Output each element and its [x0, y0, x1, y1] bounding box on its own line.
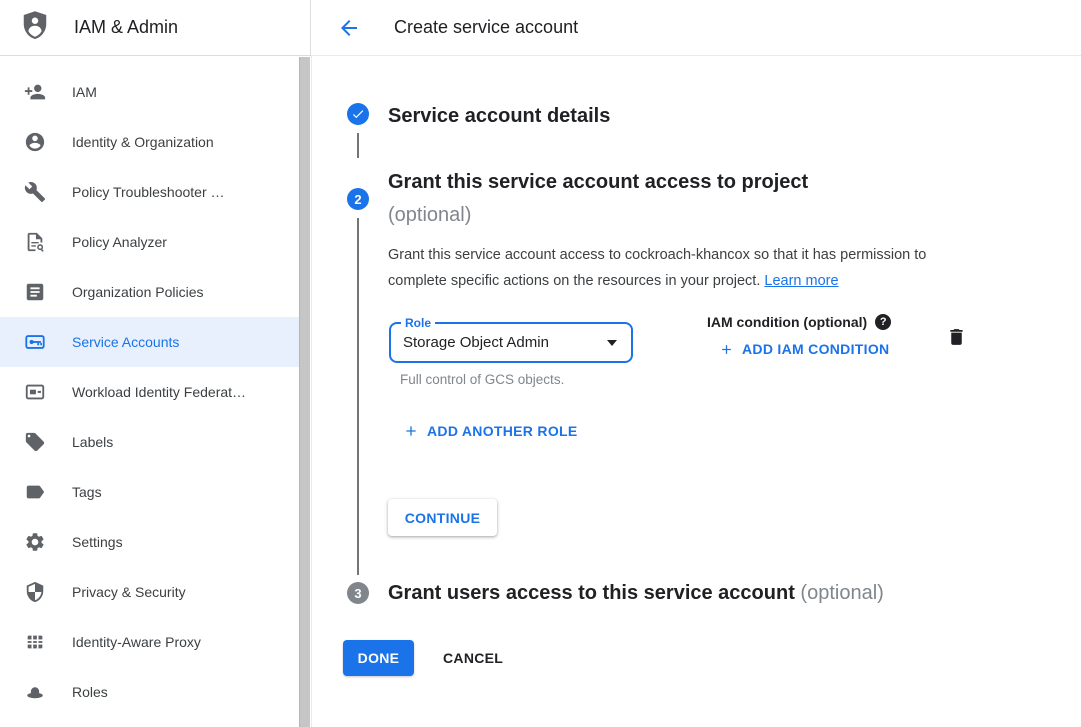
sidebar-item-settings[interactable]: Settings — [0, 517, 299, 567]
sidebar-item-label: Identity & Organization — [72, 134, 214, 150]
account-circle-icon — [24, 131, 46, 153]
step1-title: Service account details — [388, 100, 610, 133]
sidebar-item-label: Policy Troubleshooter … — [72, 184, 225, 200]
role-helper-text: Full control of GCS objects. — [400, 372, 564, 387]
sidebar-item-service-accounts[interactable]: Service Accounts — [0, 317, 299, 367]
header-product-section: IAM & Admin — [0, 0, 311, 56]
step-connector — [357, 133, 359, 158]
person-add-icon — [24, 81, 46, 103]
top-header: IAM & Admin Create service account — [0, 0, 1081, 56]
sidebar-item-label: Organization Policies — [72, 284, 204, 300]
done-button[interactable]: DONE — [343, 640, 414, 676]
hat-icon — [24, 681, 46, 703]
sidebar-item-label: IAM — [72, 84, 97, 100]
cancel-button[interactable]: CANCEL — [427, 640, 519, 676]
sidebar-item-roles[interactable]: Roles — [0, 667, 299, 717]
sidebar-item-privacy-security[interactable]: Privacy & Security — [0, 567, 299, 617]
back-arrow-icon[interactable] — [337, 16, 361, 40]
sidebar-item-organization-policies[interactable]: Organization Policies — [0, 267, 299, 317]
step3-title: Grant users access to this service accou… — [388, 577, 884, 610]
sidebar-item-label: Roles — [72, 684, 108, 700]
step1-complete-icon — [347, 103, 369, 125]
add-another-role-button[interactable]: ADD ANOTHER ROLE — [403, 423, 578, 439]
step2-number: 2 — [354, 192, 361, 207]
tag-icon — [24, 431, 46, 453]
sidebar-item-policy-troubleshooter[interactable]: Policy Troubleshooter … — [0, 167, 299, 217]
gear-icon — [24, 531, 46, 553]
service-account-icon — [24, 331, 46, 353]
sidebar-item-identity-aware-proxy[interactable]: Identity-Aware Proxy — [0, 617, 299, 667]
dropdown-arrow-icon — [607, 340, 617, 346]
sidebar-item-label: Service Accounts — [72, 334, 179, 350]
trash-icon — [946, 326, 967, 348]
wrench-icon — [24, 181, 46, 203]
app-title: IAM & Admin — [74, 17, 178, 38]
add-iam-condition-label: ADD IAM CONDITION — [742, 341, 889, 357]
add-iam-condition-button[interactable]: ADD IAM CONDITION — [719, 341, 889, 357]
learn-more-link[interactable]: Learn more — [764, 273, 838, 289]
step3-number: 3 — [354, 586, 361, 601]
plus-icon — [403, 423, 419, 439]
step2-description: Grant this service account access to coc… — [388, 243, 978, 294]
sidebar-item-identity-organization[interactable]: Identity & Organization — [0, 117, 299, 167]
label-icon — [24, 481, 46, 503]
sidebar-item-label: Privacy & Security — [72, 584, 186, 600]
step2-title-text: Grant this service account access to pro… — [388, 171, 808, 193]
sidebar-item-workload-identity-federation[interactable]: Workload Identity Federat… — [0, 367, 299, 417]
sidebar-item-label: Labels — [72, 434, 113, 450]
create-service-account-form: Service account details 2 Grant this ser… — [312, 56, 1081, 727]
half-shield-icon — [24, 581, 46, 603]
header-page-section: Create service account — [311, 0, 1081, 56]
help-icon[interactable]: ? — [875, 314, 891, 330]
role-selected-value: Storage Object Admin — [403, 334, 607, 351]
role-field-label: Role — [401, 316, 435, 330]
sidebar-item-label: Workload Identity Federat… — [72, 384, 246, 400]
card-icon — [24, 381, 46, 403]
iam-admin-sidebar: IAM Identity & Organization Policy Troub… — [0, 56, 299, 727]
create-service-account-page: IAM & Admin Create service account IAM I… — [0, 0, 1081, 727]
sidebar-item-label: Tags — [72, 484, 102, 500]
sidebar-item-label: Settings — [72, 534, 123, 550]
sidebar-item-policy-analyzer[interactable]: Policy Analyzer — [0, 217, 299, 267]
step2-description-text: Grant this service account access to coc… — [388, 247, 926, 289]
sidebar-item-tags[interactable]: Tags — [0, 467, 299, 517]
step-connector — [357, 218, 359, 575]
page-title: Create service account — [394, 17, 578, 38]
continue-button[interactable]: CONTINUE — [388, 499, 497, 536]
step2-title: Grant this service account access to pro… — [388, 166, 808, 232]
step2-optional-label: (optional) — [388, 204, 471, 226]
add-another-role-label: ADD ANOTHER ROLE — [427, 423, 578, 439]
sidebar-item-labels[interactable]: Labels — [0, 417, 299, 467]
iam-condition-label-row: IAM condition (optional) ? — [707, 314, 891, 330]
plus-icon — [719, 342, 734, 357]
role-select[interactable]: Role Storage Object Admin — [389, 322, 633, 363]
step3-number-badge: 3 — [347, 582, 369, 604]
step3-optional-label: (optional) — [800, 582, 883, 604]
delete-role-button[interactable] — [946, 326, 967, 351]
sidebar-item-label: Policy Analyzer — [72, 234, 167, 250]
sidebar-scrollbar[interactable] — [299, 57, 310, 727]
document-icon — [24, 281, 46, 303]
proxy-icon — [24, 631, 46, 653]
step2-number-badge: 2 — [347, 188, 369, 210]
iam-condition-label: IAM condition (optional) — [707, 314, 867, 330]
policy-analyzer-icon — [24, 231, 46, 253]
sidebar-item-iam[interactable]: IAM — [0, 67, 299, 117]
sidebar-item-label: Identity-Aware Proxy — [72, 634, 201, 650]
step3-title-text: Grant users access to this service accou… — [388, 582, 795, 604]
iam-admin-shield-icon — [20, 7, 50, 48]
